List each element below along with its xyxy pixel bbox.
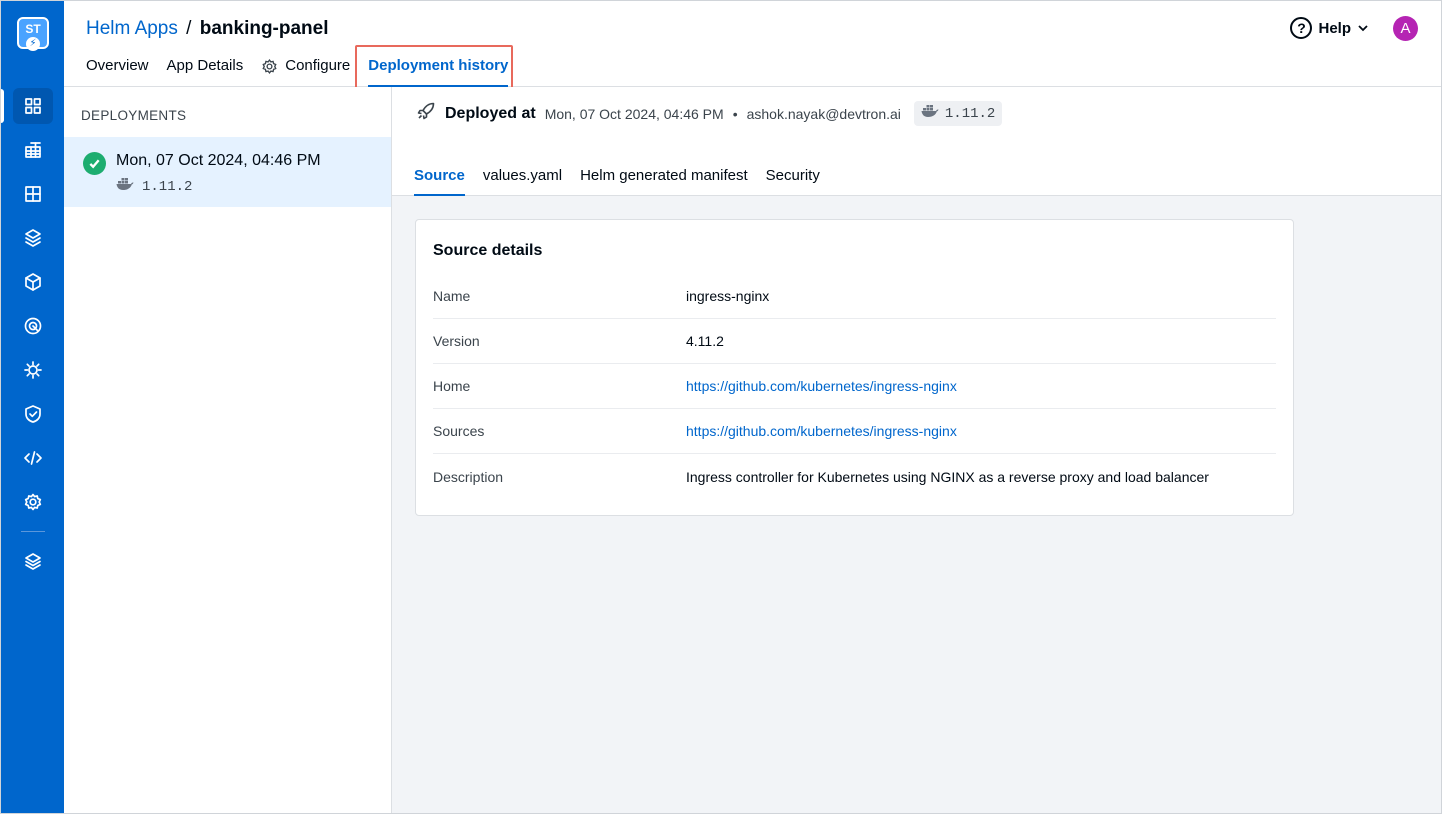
deployment-list-item[interactable]: Mon, 07 Oct 2024, 04:46 PM 1.11.2 [64,137,391,207]
source-row-description: Description Ingress controller for Kuber… [433,454,1276,499]
success-check-icon [83,152,106,175]
app-logo[interactable]: ST ⚡ [17,17,49,51]
chevron-down-icon [1358,25,1368,32]
source-key: Home [433,378,471,394]
tab-values-yaml[interactable]: values.yaml [483,167,562,196]
deployed-at-label: Deployed at [445,104,536,122]
deployment-date: Mon, 07 Oct 2024, 04:46 PM [116,152,321,169]
nav-active-indicator [1,89,4,123]
tab-source[interactable]: Source [414,167,465,196]
docker-icon [116,177,134,196]
home-link[interactable]: https://github.com/kubernetes/ingress-ng… [686,378,957,394]
source-row-version: Version 4.11.2 [433,319,1276,364]
logo-text: ST [25,22,41,36]
nav-shield-icon[interactable] [13,396,53,432]
tab-app-details-label: App Details [166,57,244,74]
source-value: ingress-nginx [686,288,770,304]
nav-code-icon[interactable] [13,440,53,476]
tab-configure[interactable]: Configure [261,57,350,87]
source-details-card: Source details Name ingress-nginx Versio… [415,219,1294,516]
deployments-title: DEPLOYMENTS [81,108,187,123]
tab-configure-label: Configure [285,57,351,74]
sources-link[interactable]: https://github.com/kubernetes/ingress-ng… [686,423,957,439]
deployment-detail-pane: Deployed at Mon, 07 Oct 2024, 04:46 PM •… [392,87,1441,813]
image-tag-chip: 1.11.2 [913,101,1003,126]
source-key: Version [433,333,480,349]
help-label: Help [1318,19,1351,37]
image-tag-text: 1.11.2 [944,105,996,122]
detail-tabs: Source values.yaml Helm generated manife… [414,167,820,196]
tab-app-details[interactable]: App Details [167,57,244,87]
source-row-name: Name ingress-nginx [433,274,1276,319]
nav-resource-browser-icon[interactable] [13,176,53,212]
nav-chart-store-icon[interactable] [13,220,53,256]
source-value: Ingress controller for Kubernetes using … [686,468,1209,485]
breadcrumb-helm-apps-link[interactable]: Helm Apps [86,18,178,39]
deployments-list: DEPLOYMENTS Mon, 07 Oct 2024, 04:46 PM 1… [64,87,392,813]
breadcrumb-separator: / [186,18,192,39]
nav-settings-gear-icon[interactable] [13,484,53,520]
app-header: Helm Apps / banking-panel Overview App D… [64,1,1441,87]
deployed-at-info: Deployed at Mon, 07 Oct 2024, 04:46 PM •… [416,101,1003,126]
nav-bug-icon[interactable] [13,352,53,388]
source-details-title: Source details [433,242,543,259]
logo-bolt-icon: ⚡ [26,37,40,51]
source-value: 4.11.2 [686,333,724,349]
source-key: Sources [433,423,485,439]
nav-security-scan-icon[interactable] [13,308,53,344]
nav-stack-layers-icon[interactable] [13,543,53,579]
deployment-version-text: 1.11.2 [142,178,193,195]
source-key: Description [433,468,504,485]
app-window: ST ⚡ Helm Apps / banking-panel Overview … [0,0,1442,814]
deployment-detail-header: Deployed at Mon, 07 Oct 2024, 04:46 PM •… [392,87,1441,196]
tab-overview[interactable]: Overview [86,57,149,87]
source-row-sources: Sources https://github.com/kubernetes/in… [433,409,1276,454]
breadcrumb: Helm Apps / banking-panel [86,18,329,40]
docker-icon [921,104,939,123]
tab-security[interactable]: Security [766,167,820,196]
tab-helm-generated-manifest[interactable]: Helm generated manifest [580,167,748,196]
rocket-icon [416,101,436,126]
deployed-by-email: ashok.nayak@devtron.ai [746,105,901,122]
help-question-icon: ? [1290,17,1313,39]
deployment-image-version: 1.11.2 [116,177,192,196]
source-details-rows: Name ingress-nginx Version 4.11.2 Home h… [433,274,1276,499]
meta-bullet: • [732,105,738,122]
help-menu-button[interactable]: ? Help [1290,17,1369,39]
gear-icon [262,59,277,74]
nav-applications-icon[interactable] [13,88,53,124]
nav-divider [21,531,45,532]
nav-cube-icon[interactable] [13,264,53,300]
nav-app-groups-icon[interactable] [13,132,53,168]
deployed-at-time: Mon, 07 Oct 2024, 04:46 PM [544,105,724,122]
left-nav: ST ⚡ [1,1,64,813]
source-row-home: Home https://github.com/kubernetes/ingre… [433,364,1276,409]
tab-overview-label: Overview [86,57,149,74]
source-key: Name [433,288,471,304]
breadcrumb-current-app: banking-panel [199,18,329,39]
user-avatar[interactable]: A [1393,16,1418,41]
